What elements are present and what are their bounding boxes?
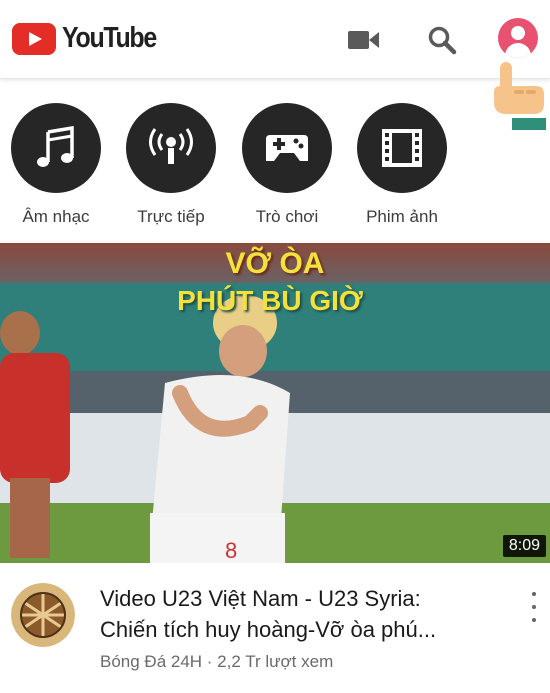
video-camera-icon[interactable]	[346, 22, 382, 58]
youtube-play-icon	[12, 22, 56, 55]
thumbnail-headline-1: VỠ ÒA	[225, 247, 325, 280]
video-thumbnail[interactable]: 8 VỠ ÒA PHÚT BÙ GIỜ 8:09	[0, 243, 550, 563]
search-icon[interactable]	[424, 22, 460, 58]
category-movies[interactable]: Phim ảnh	[342, 103, 462, 227]
thumbnail-headline-2: PHÚT BÙ GIỜ	[177, 285, 363, 316]
film-strip-icon	[357, 103, 447, 193]
youtube-logo[interactable]: YouTube	[12, 22, 171, 55]
video-title[interactable]: Video U23 Việt Nam - U23 Syria: Chiến tí…	[100, 583, 510, 645]
category-label: Âm nhạc	[22, 207, 90, 226]
video-title-line: Video U23 Việt Nam - U23 Syria:	[100, 586, 421, 611]
video-title-line: Chiến tích huy hoàng-Vỡ òa phú...	[100, 617, 437, 642]
category-gaming[interactable]: Trò chơi	[227, 103, 347, 227]
category-live[interactable]: Trực tiếp	[111, 103, 231, 227]
video-duration: 8:09	[502, 535, 546, 557]
logo-text: YouTube	[62, 22, 157, 54]
live-broadcast-icon	[126, 103, 216, 193]
video-meta: Bóng Đá 24H · 2,2 Tr lượt xem	[100, 652, 334, 671]
gamepad-icon	[242, 103, 332, 193]
svg-text:8: 8	[225, 538, 237, 563]
category-label: Phim ảnh	[366, 207, 438, 226]
account-icon[interactable]	[498, 18, 538, 58]
category-label: Trực tiếp	[137, 207, 205, 226]
pointing-hand-icon	[490, 62, 546, 132]
channel-avatar[interactable]	[11, 583, 75, 647]
music-note-icon	[11, 103, 101, 193]
category-music[interactable]: Âm nhạc	[0, 103, 116, 227]
app-header: YouTube	[0, 0, 550, 79]
category-label: Trò chơi	[255, 207, 319, 226]
more-options-icon[interactable]	[526, 592, 542, 622]
